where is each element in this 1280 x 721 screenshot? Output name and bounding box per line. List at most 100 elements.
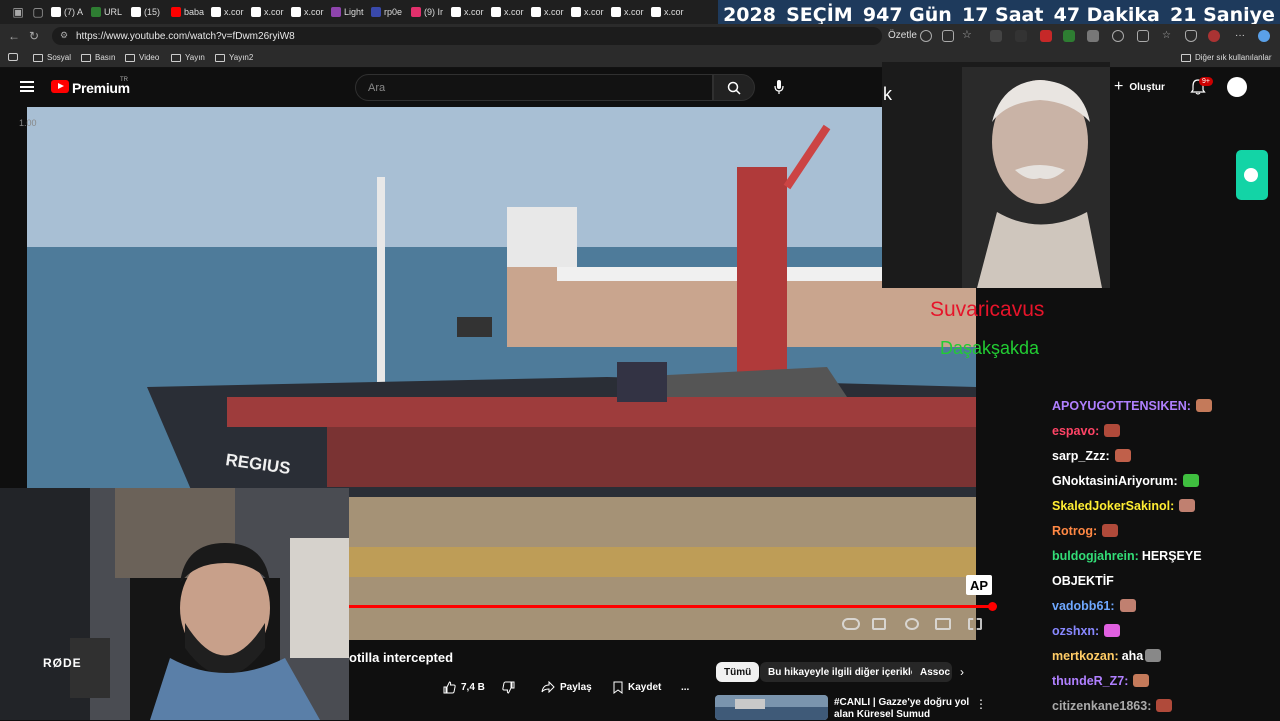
floating-widget-icon[interactable] <box>1236 150 1268 200</box>
search-icon <box>727 81 741 95</box>
share-button[interactable]: Paylaş <box>541 679 592 695</box>
bookmark-folder[interactable]: Yayın2 <box>215 53 253 62</box>
chip-all[interactable]: Tümü <box>716 662 760 682</box>
share-label: Paylaş <box>560 681 592 693</box>
bookmark-folder[interactable]: Sosyal <box>33 53 71 62</box>
other-bookmarks[interactable]: Diğer sık kullanılanlar <box>1181 53 1271 62</box>
settings-gear-icon[interactable] <box>905 618 919 630</box>
translate-icon[interactable] <box>920 30 932 42</box>
microphone-brand-label: RØDE <box>43 656 82 670</box>
browser-tab[interactable]: x.cor <box>528 3 568 21</box>
copilot-icon[interactable] <box>1258 30 1270 42</box>
browser-tab[interactable]: x.cor <box>648 3 688 21</box>
extension-icon[interactable] <box>990 30 1002 42</box>
tab-overview-icon[interactable]: ▢ <box>28 2 48 22</box>
account-avatar[interactable] <box>1227 77 1247 97</box>
back-icon[interactable]: ← <box>4 26 24 46</box>
recommended-thumbnail-image <box>715 695 828 720</box>
browser-tab[interactable]: x.cor <box>568 3 608 21</box>
youtube-logo-icon[interactable] <box>51 80 69 93</box>
extension-icon[interactable] <box>1087 30 1099 42</box>
browser-tab[interactable]: x.cor <box>288 3 328 21</box>
browser-tab[interactable]: rp0e <box>368 3 408 21</box>
summary-button[interactable]: Özetle <box>888 30 917 41</box>
browser-tab[interactable]: Light <box>328 3 368 21</box>
star-icon[interactable]: ☆ <box>962 30 974 42</box>
countdown-minutes: 47 Dakika <box>1053 4 1160 26</box>
chat-username: SkaledJokerSakinol: <box>1052 499 1175 513</box>
subtitles-icon[interactable] <box>872 618 886 630</box>
extension-icon[interactable] <box>1015 30 1027 42</box>
folder-icon <box>215 53 225 62</box>
chat-username: espavo: <box>1052 424 1100 438</box>
progress-scrubber-handle[interactable] <box>988 602 997 611</box>
browser-tab[interactable]: x.cor <box>248 3 288 21</box>
autoplay-toggle[interactable] <box>842 618 860 630</box>
browser-tab[interactable]: (7) A <box>48 3 88 21</box>
video-progress-bar[interactable] <box>349 605 994 608</box>
menu-icon[interactable] <box>20 81 34 92</box>
window-menu-icon[interactable]: ▣ <box>8 2 28 22</box>
dislike-button[interactable] <box>502 679 515 695</box>
chip-associated[interactable]: Assoc <box>912 662 952 682</box>
more-icon[interactable]: ··· <box>1235 30 1247 42</box>
chat-message: espavo: <box>1048 419 1280 444</box>
reload-icon[interactable]: ↻ <box>24 26 44 46</box>
tab-label: x.cor <box>544 7 564 17</box>
extension-icon[interactable] <box>1112 30 1124 42</box>
streamer-webcam-image <box>0 488 349 720</box>
chat-text: OBJEKTİF <box>1052 574 1114 588</box>
shield-icon[interactable] <box>1185 30 1197 42</box>
save-button[interactable]: Kaydet <box>613 679 661 695</box>
search-button[interactable] <box>713 74 755 101</box>
chevron-right-icon[interactable]: › <box>960 665 964 679</box>
fullscreen-icon[interactable] <box>968 618 982 630</box>
recommended-video-title[interactable]: #CANLI | Gazze'ye doğru yol alan Küresel… <box>834 697 974 721</box>
extension-icon[interactable] <box>1040 30 1052 42</box>
bookmark-icon <box>613 681 623 694</box>
bookmark-panel-icon[interactable] <box>8 53 18 61</box>
theater-mode-icon[interactable] <box>935 618 951 630</box>
extension-icon[interactable] <box>1063 30 1075 42</box>
browser-tab[interactable]: (9) Ir <box>408 3 448 21</box>
search-input[interactable]: Ara <box>355 74 713 101</box>
chat-message: Rotrog: <box>1048 519 1280 544</box>
chip-related[interactable]: Bu hikayeyle ilgili diğer içerikler <box>760 662 929 682</box>
tab-label: x.cor <box>264 7 284 17</box>
chat-message: OBJEKTİF <box>1048 569 1280 594</box>
profile-avatar[interactable] <box>1208 30 1220 42</box>
voice-search-button[interactable] <box>772 79 786 95</box>
bookmark-folder[interactable]: Yayın <box>171 53 205 62</box>
chat-message: sarp_Zzz: <box>1048 444 1280 469</box>
favorites-icon[interactable]: ☆ <box>1162 30 1174 42</box>
bookmark-folder[interactable]: Video <box>125 53 159 62</box>
guest-camera-image <box>882 62 1110 288</box>
browser-tab[interactable]: x.cor <box>208 3 248 21</box>
address-bar[interactable]: ⚙ https://www.youtube.com/watch?v=fDwm26… <box>52 27 882 45</box>
browser-tab[interactable]: x.cor <box>448 3 488 21</box>
bookmark-folder[interactable]: Basın <box>81 53 115 62</box>
site-info-icon[interactable]: ⚙ <box>60 30 68 41</box>
recommended-menu-icon[interactable]: ⋮ <box>975 697 987 711</box>
folder-icon <box>33 53 43 62</box>
tab-favicon-icon <box>451 7 461 17</box>
bookmark-label: Yayın <box>185 53 205 62</box>
browser-tab[interactable]: URL <box>88 3 128 21</box>
browser-tab[interactable]: baba <box>168 3 208 21</box>
countdown-year: 2028 <box>723 4 776 26</box>
chat-emote-icon <box>1114 449 1131 462</box>
browser-tab[interactable]: x.cor <box>488 3 528 21</box>
like-button[interactable]: 7,4 B <box>443 679 485 695</box>
recommended-video-thumbnail[interactable] <box>715 695 828 720</box>
apps-icon[interactable] <box>942 30 954 42</box>
bookmark-label: Video <box>139 53 160 62</box>
browser-tab[interactable]: (15) <box>128 3 168 21</box>
create-button[interactable]: + Oluştur <box>1114 77 1165 97</box>
more-actions-button[interactable]: ... <box>681 679 689 695</box>
countdown-seconds: 21 Saniye <box>1170 4 1275 26</box>
chat-emote-icon <box>1156 699 1173 712</box>
extension-icon[interactable] <box>1137 30 1149 42</box>
browser-tab[interactable]: x.cor <box>608 3 648 21</box>
other-bookmarks-label: Diğer sık kullanılanlar <box>1195 53 1272 62</box>
tab-favicon-icon <box>371 7 381 17</box>
